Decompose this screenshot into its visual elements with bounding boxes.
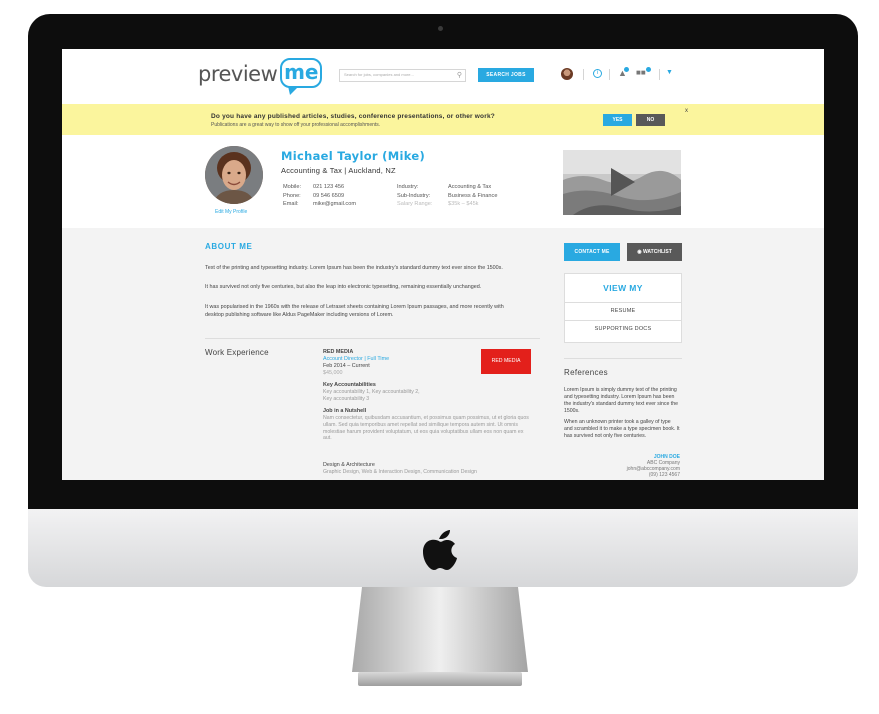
about-me-heading: ABOUT ME <box>205 242 253 251</box>
reference-paragraph: Lorem Ipsum is simply dummy text of the … <box>564 387 679 414</box>
nutshell-text: Nam consectetur, quibusdam accusantium, … <box>323 415 529 442</box>
profile-content: ABOUT ME Text of the printing and typese… <box>62 228 824 480</box>
monitor-foot <box>358 672 522 686</box>
search-icon[interactable]: ⚲ <box>457 71 462 79</box>
banner-question: Do you have any published articles, stud… <box>211 113 495 120</box>
sidebar-divider <box>564 358 682 359</box>
contact-values: 021 123 456 09 546 6509 mike@gmail.com <box>313 183 356 209</box>
industry-value: Accounting & Tax <box>448 184 492 190</box>
about-paragraph: Text of the printing and typesetting ind… <box>205 265 503 271</box>
skills-text: Graphic Design, Web & Interaction Design… <box>323 469 477 475</box>
profile-photo[interactable] <box>205 146 263 204</box>
section-divider <box>205 338 540 339</box>
profile-role-location: Accounting & Tax | Auckland, NZ <box>281 166 396 175</box>
no-button[interactable]: NO <box>636 114 665 126</box>
search-input[interactable]: Search for jobs, companies and more... ⚲ <box>339 69 466 82</box>
watchlist-button[interactable]: ◉ WATCHLIST <box>627 243 682 261</box>
work-experience-heading: Work Experience <box>205 348 269 357</box>
supporting-docs-link[interactable]: SUPPORTING DOCS <box>565 320 681 338</box>
email-value[interactable]: mike@gmail.com <box>313 200 356 209</box>
salary-value: $35k – $45k <box>448 201 479 208</box>
info-icon[interactable]: i <box>593 69 602 78</box>
view-my-panel: VIEW MY RESUME SUPPORTING DOCS <box>564 273 682 343</box>
about-paragraph: It was popularised in the 1960s with the… <box>205 304 504 318</box>
reference-phone: (09) 123 4567 <box>648 472 680 478</box>
nutshell-heading: Job in a Nutshell <box>323 408 367 414</box>
contact-me-button[interactable]: CONTACT ME <box>564 243 620 261</box>
camera-dot <box>438 26 443 31</box>
accountabilities-heading: Key Accountabilities <box>323 382 376 388</box>
company-logo[interactable]: RED MEDIA <box>481 349 531 374</box>
job-salary: $45,000 <box>323 370 343 376</box>
sub-industry-label: Sub-Industry: <box>397 192 431 199</box>
banner-subtext: Publications are a great way to show off… <box>211 122 381 128</box>
reference-paragraph: When an unknown printer took a galley of… <box>564 419 680 439</box>
chevron-down-icon[interactable]: ▼ <box>666 69 673 76</box>
notification-badge <box>624 67 629 72</box>
references-heading: References <box>564 368 608 377</box>
phone-value: 09 546 6509 <box>313 192 345 199</box>
messages-icon[interactable]: ■■ <box>636 68 646 77</box>
top-navigation: preview me Search for jobs, companies an… <box>62 49 824 104</box>
monitor-stand <box>352 587 528 672</box>
logo-accent: me <box>280 58 323 95</box>
profile-name: Michael Taylor (Mike) <box>281 149 426 163</box>
salary-label: Salary Range: <box>397 201 433 208</box>
watchlist-label: WATCHLIST <box>642 249 672 255</box>
messages-badge <box>646 67 651 72</box>
search-placeholder: Search for jobs, companies and more... <box>344 72 414 77</box>
contact-label: Mobile: <box>283 184 302 190</box>
user-avatar[interactable] <box>561 68 573 80</box>
yes-button[interactable]: YES <box>603 114 632 126</box>
profile-header: Edit My Profile Michael Taylor (Mike) Ac… <box>62 135 824 228</box>
industry-label: Industry: <box>397 184 419 190</box>
nav-divider <box>609 69 610 80</box>
sub-industry-value: Business & Finance <box>448 192 498 199</box>
eye-icon: ◉ <box>637 249 642 255</box>
industry-values: Accounting & Tax Business & Finance $35k… <box>448 183 497 209</box>
resume-link[interactable]: RESUME <box>565 302 681 320</box>
profile-video[interactable] <box>563 150 681 215</box>
video-thumbnail <box>563 150 681 215</box>
contact-label: Phone: <box>283 192 301 199</box>
apple-logo-icon <box>423 530 457 570</box>
job-position: Account Director | Full Time <box>323 356 390 362</box>
mobile-value: 021 123 456 <box>313 184 345 190</box>
search-jobs-button[interactable]: SEARCH JOBS <box>478 68 534 82</box>
contact-label: Email: <box>283 201 299 208</box>
job-dates: Feb 2014 – Current <box>323 363 370 369</box>
edit-profile-link[interactable]: Edit My Profile <box>215 209 247 215</box>
about-paragraph: It has survived not only five centuries,… <box>205 284 482 290</box>
view-my-heading: VIEW MY <box>603 283 643 293</box>
job-company: RED MEDIA <box>323 349 354 355</box>
skills-heading: Design & Architecture <box>323 462 375 468</box>
logo-text: preview <box>198 62 278 86</box>
portrait-image <box>205 146 263 204</box>
close-banner-icon[interactable]: x <box>685 108 688 114</box>
browser-screen: preview me Search for jobs, companies an… <box>62 49 824 480</box>
industry-labels: Industry: Sub-Industry: Salary Range: <box>397 183 432 209</box>
publications-prompt-banner: Do you have any published articles, stud… <box>62 104 824 135</box>
previewme-logo[interactable]: preview me <box>198 58 323 98</box>
nav-divider <box>659 69 660 80</box>
accountability-line: Key accountability 1, Key accountability… <box>323 389 420 395</box>
contact-labels: Mobile: Phone: Email: <box>283 183 313 209</box>
accountability-line: Key accountability 3 <box>323 396 370 402</box>
imac-mockup: preview me Search for jobs, companies an… <box>0 0 879 714</box>
nav-divider <box>583 69 584 80</box>
